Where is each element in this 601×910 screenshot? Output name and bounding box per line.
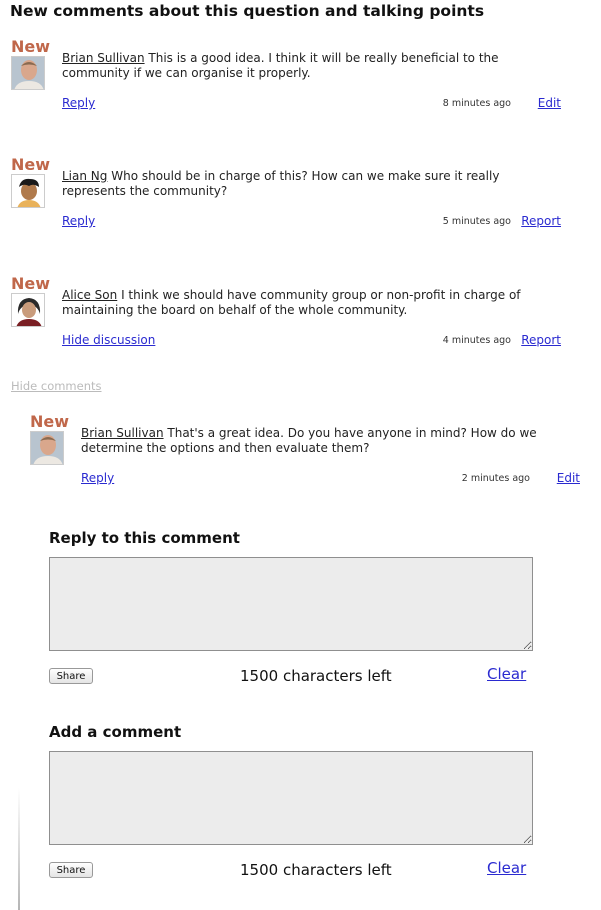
comment-item: New Brian Sullivan This is a good idea. … <box>11 37 571 117</box>
clear-link[interactable]: Clear <box>487 665 526 683</box>
comment-textarea[interactable] <box>49 751 533 845</box>
author-link[interactable]: Alice Son <box>62 288 117 302</box>
report-link[interactable]: Report <box>521 214 561 228</box>
comment-text: Brian Sullivan This is a good idea. I th… <box>62 51 552 81</box>
edit-link[interactable]: Edit <box>557 471 580 485</box>
reply-link[interactable]: Reply <box>62 96 95 110</box>
reply-link[interactable]: Reply <box>62 214 95 228</box>
comment-timestamp: 8 minutes ago <box>442 98 511 109</box>
comment-timestamp: 4 minutes ago <box>442 335 511 346</box>
author-link[interactable]: Brian Sullivan <box>62 51 145 65</box>
share-button[interactable]: Share <box>49 668 93 684</box>
new-badge: New <box>11 37 51 56</box>
new-badge: New <box>11 274 51 293</box>
comment-item: New Lian Ng Who should be in charge of t… <box>11 155 571 235</box>
hide-discussion-link[interactable]: Hide discussion <box>62 333 155 347</box>
comment-body: I think we should have community group o… <box>62 288 521 317</box>
comment-text: Lian Ng Who should be in charge of this?… <box>62 169 552 199</box>
comment-text: Alice Son I think we should have communi… <box>62 288 552 318</box>
new-badge: New <box>30 412 70 431</box>
report-link[interactable]: Report <box>521 333 561 347</box>
author-link[interactable]: Brian Sullivan <box>81 426 164 440</box>
avatar <box>11 293 45 327</box>
comment-body: Who should be in charge of this? How can… <box>62 169 500 198</box>
reply-link[interactable]: Reply <box>81 471 114 485</box>
characters-left: 1500 characters left <box>240 667 392 685</box>
avatar <box>30 431 64 465</box>
characters-left: 1500 characters left <box>240 861 392 879</box>
clear-link[interactable]: Clear <box>487 859 526 877</box>
new-badge: New <box>11 155 51 174</box>
edit-link[interactable]: Edit <box>538 96 561 110</box>
avatar <box>11 174 45 208</box>
reply-textarea[interactable] <box>49 557 533 651</box>
hide-comments-link[interactable]: Hide comments <box>11 379 102 393</box>
divider <box>18 788 20 910</box>
reply-form-title: Reply to this comment <box>49 529 240 547</box>
avatar <box>11 56 45 90</box>
comment-item: New Alice Son I think we should have com… <box>11 274 571 354</box>
share-button[interactable]: Share <box>49 862 93 878</box>
comment-item: New Brian Sullivan That's a great idea. … <box>30 412 590 492</box>
comment-timestamp: 5 minutes ago <box>442 216 511 227</box>
comment-timestamp: 2 minutes ago <box>461 473 530 484</box>
comment-text: Brian Sullivan That's a great idea. Do y… <box>81 426 571 456</box>
author-link[interactable]: Lian Ng <box>62 169 107 183</box>
page-title: New comments about this question and tal… <box>10 2 485 20</box>
add-comment-title: Add a comment <box>49 723 182 741</box>
